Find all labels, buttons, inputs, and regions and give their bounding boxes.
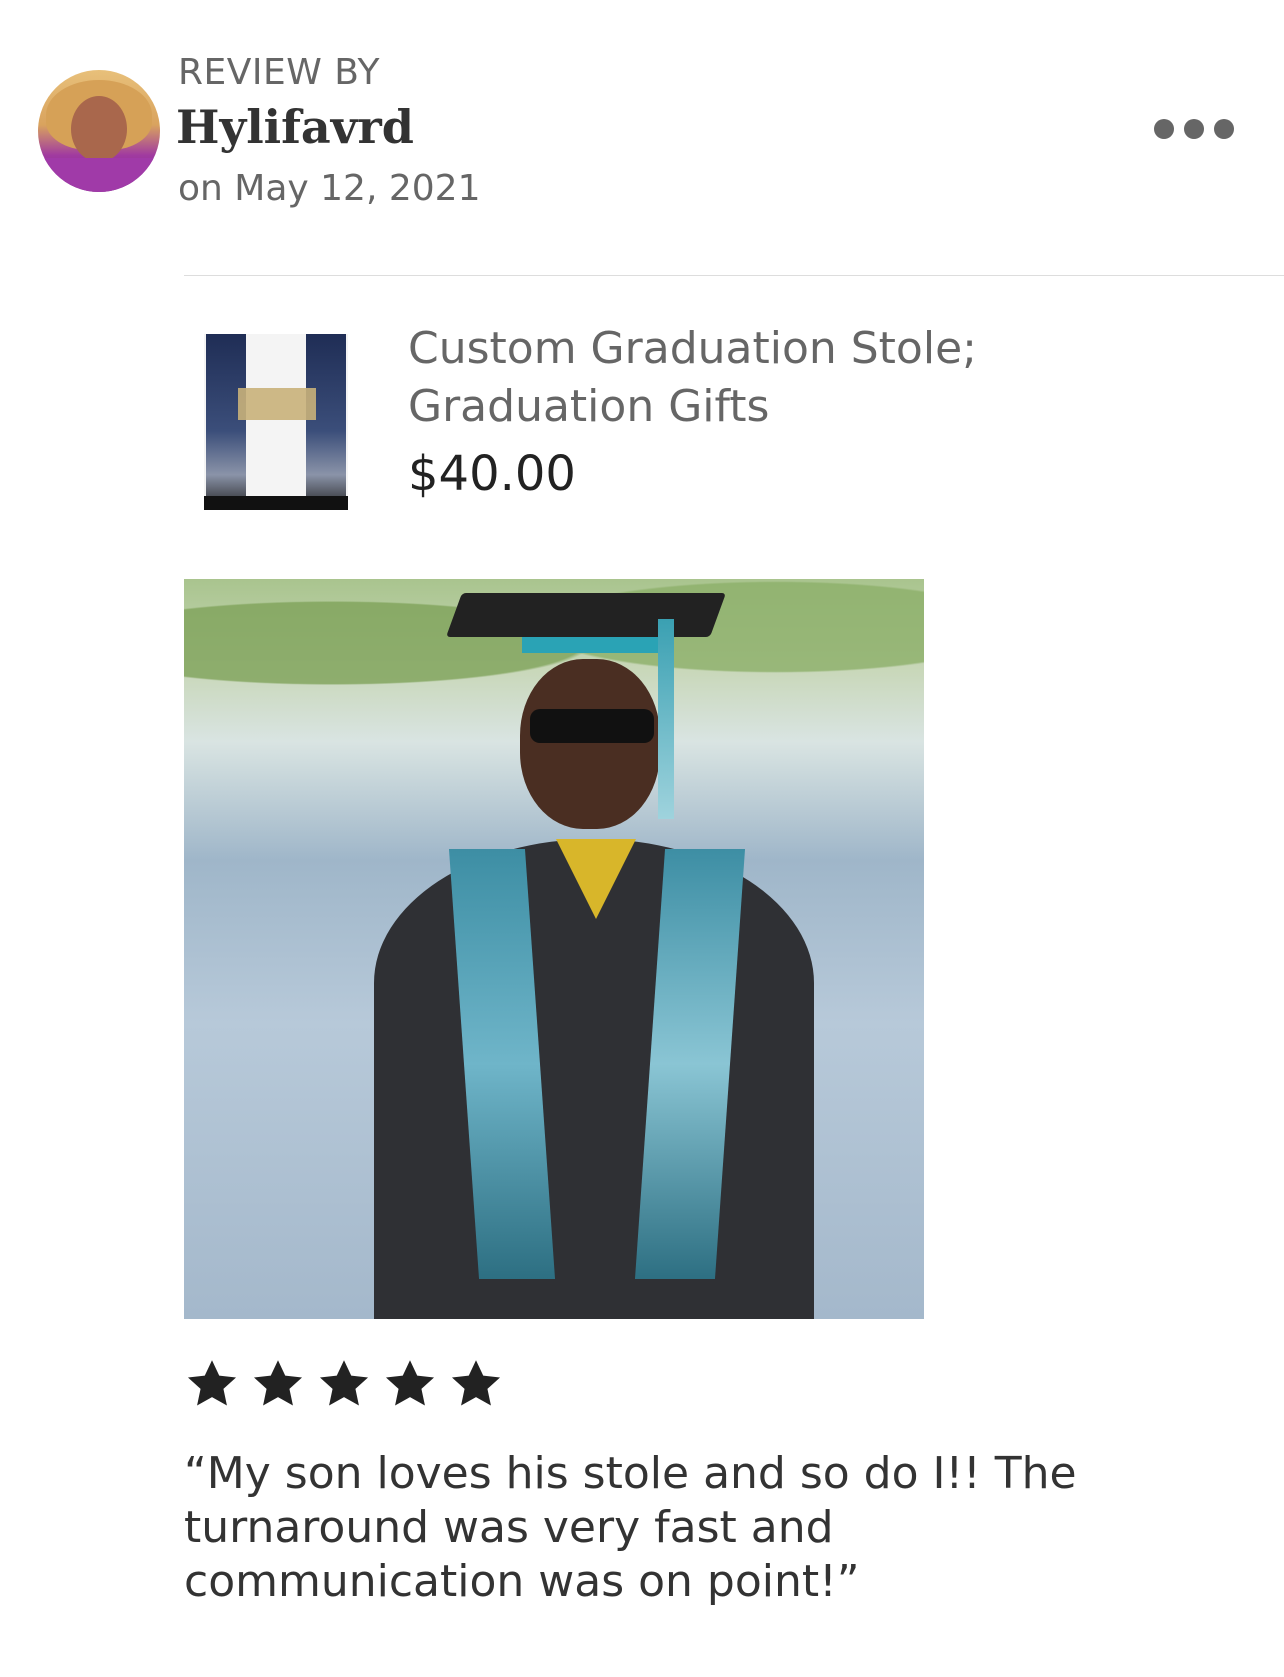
photo-cap-band [522, 637, 662, 653]
product-price: $40.00 [408, 446, 576, 502]
more-options-button[interactable] [1154, 114, 1240, 144]
photo-glasses [530, 709, 654, 743]
stole-thumbnail-footer [204, 496, 348, 510]
avatar-shirt [38, 158, 160, 192]
review-photo[interactable] [184, 579, 924, 1319]
more-dot-icon [1214, 119, 1234, 139]
stole-thumbnail-left [206, 334, 246, 510]
more-dot-icon [1154, 119, 1174, 139]
stole-thumbnail-right [306, 334, 346, 510]
more-dot-icon [1184, 119, 1204, 139]
product-title[interactable]: Custom Graduation Stole; Graduation Gift… [408, 320, 1048, 436]
star-rating [184, 1356, 504, 1412]
reviewer-avatar[interactable] [38, 70, 160, 192]
star-icon [184, 1356, 240, 1412]
stole-thumbnail-logo [238, 388, 316, 420]
review-text: “My son loves his stole and so do I!! Th… [184, 1448, 1077, 1607]
product-thumbnail[interactable] [204, 334, 348, 510]
star-icon [382, 1356, 438, 1412]
review-date: on May 12, 2021 [178, 168, 481, 209]
photo-graduation-cap [445, 593, 727, 637]
photo-tassel [658, 619, 674, 819]
reviewer-name[interactable]: Hylifavrd [176, 100, 414, 154]
avatar-face [71, 96, 127, 162]
photo-head [520, 659, 660, 829]
star-icon [250, 1356, 306, 1412]
review-by-label: REVIEW BY [178, 52, 381, 93]
star-icon [448, 1356, 504, 1412]
section-divider [184, 275, 1284, 276]
star-icon [316, 1356, 372, 1412]
